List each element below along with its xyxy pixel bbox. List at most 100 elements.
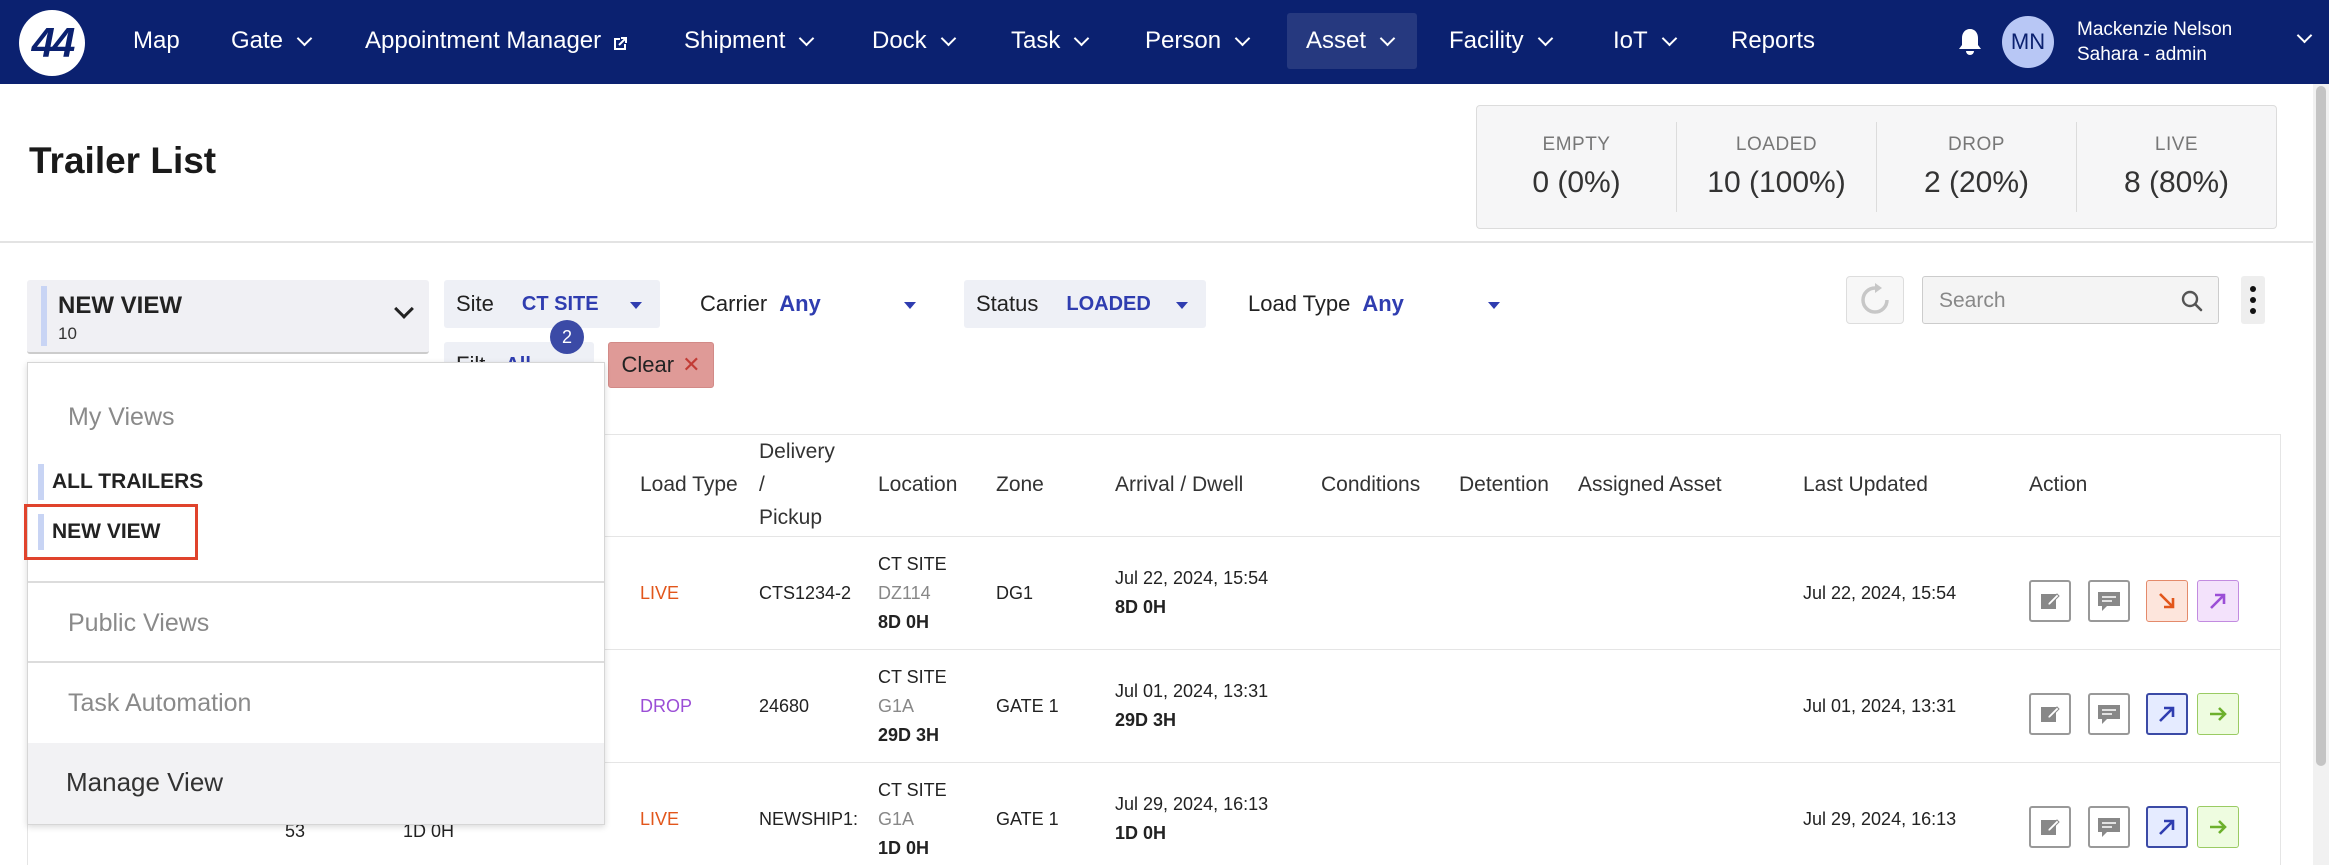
task-automation-heading[interactable]: Task Automation — [68, 689, 251, 718]
refresh-button[interactable] — [1846, 276, 1904, 324]
location-dwell: 8D 0H — [878, 612, 930, 632]
column-header-zone[interactable]: Zone — [996, 468, 1044, 501]
user-name: Mackenzie Nelson — [2077, 19, 2233, 40]
arrival-time: Jul 29, 2024, 16:13 — [1115, 794, 1269, 814]
more-options-button[interactable] — [2241, 276, 2265, 324]
location-site: CT SITE — [878, 780, 947, 800]
chevron-down-icon — [296, 30, 313, 46]
stat-loaded: LOADED 10 (100%) — [1677, 122, 1877, 212]
nav-shipment[interactable]: Shipment — [665, 13, 831, 69]
page-title: Trailer List — [29, 140, 217, 181]
arrival-dwell-cell: Jul 29, 2024, 16:13 1D 0H — [1115, 790, 1268, 848]
chevron-down-icon — [1537, 30, 1553, 46]
arrival-time: Jul 01, 2024, 13:31 — [1115, 681, 1269, 701]
view-indicator — [38, 464, 44, 500]
column-header-last-updated[interactable]: Last Updated — [1803, 468, 1928, 501]
arrival-dwell-cell: Jul 01, 2024, 13:31 29D 3H — [1115, 677, 1268, 735]
app-logo[interactable]: 44 — [19, 10, 85, 76]
status-filter-value: LOADED — [1066, 292, 1151, 315]
chevron-down-icon — [799, 30, 815, 46]
view-dropdown-menu: My Views ALL TRAILERS NEW VIEW Public Vi… — [27, 362, 605, 825]
view-selector[interactable]: NEW VIEW 10 — [27, 280, 429, 354]
column-header-arrival-dwell[interactable]: Arrival / Dwell — [1115, 468, 1243, 501]
dot-icon — [2250, 286, 2256, 292]
depart-button[interactable] — [2197, 806, 2239, 848]
header-line: / — [759, 473, 765, 496]
chevron-down-icon[interactable] — [2296, 27, 2313, 44]
nav-map-label: Map — [133, 27, 180, 54]
nav-facility[interactable]: Facility — [1430, 13, 1570, 69]
carrier-filter-value: Any — [779, 291, 821, 316]
stat-value: 8 (80%) — [2123, 166, 2230, 199]
edit-icon — [2041, 593, 2060, 609]
column-header-action: Action — [2029, 473, 2088, 496]
edit-button[interactable] — [2029, 806, 2071, 848]
nav-reports[interactable]: Reports — [1712, 13, 1834, 69]
public-views-heading[interactable]: Public Views — [68, 609, 209, 638]
avatar[interactable]: MN — [2002, 16, 2054, 68]
comment-icon — [2098, 592, 2120, 611]
menu-item-all-trailers[interactable]: ALL TRAILERS — [38, 464, 203, 500]
column-header-detention[interactable]: Detention — [1459, 468, 1549, 501]
stat-drop: DROP 2 (20%) — [1877, 122, 2077, 212]
zone-cell: GATE 1 — [996, 809, 1059, 829]
nav-person[interactable]: Person — [1126, 13, 1267, 69]
search-icon[interactable] — [2180, 289, 2204, 313]
edit-icon — [2041, 819, 2060, 835]
nav-gate-label: Gate — [231, 27, 284, 54]
load-type-filter[interactable]: Load Type Any — [1236, 280, 1506, 328]
nav-map[interactable]: Map — [114, 13, 199, 69]
move-in-button[interactable] — [2146, 580, 2188, 622]
carrier-filter[interactable]: Carrier Any — [688, 280, 928, 328]
nav-shipment-label: Shipment — [684, 27, 786, 54]
bell-icon[interactable] — [1955, 26, 1985, 58]
depart-button[interactable] — [2197, 693, 2239, 735]
column-header-conditions[interactable]: Conditions — [1321, 468, 1420, 501]
nav-task[interactable]: Task — [992, 13, 1106, 69]
nav-gate[interactable]: Gate — [212, 13, 329, 69]
nav-iot[interactable]: IoT — [1594, 13, 1694, 69]
comment-button[interactable] — [2088, 580, 2130, 622]
search-box[interactable] — [1922, 276, 2219, 324]
scrollbar-thumb[interactable] — [2316, 86, 2326, 766]
move-out-button[interactable] — [2197, 580, 2239, 622]
search-input[interactable] — [1939, 287, 2169, 315]
trailer-stats: EMPTY 0 (0%) LOADED 10 (100%) DROP 2 (20… — [1476, 105, 2277, 229]
move-out-button[interactable] — [2146, 806, 2188, 848]
nav-asset[interactable]: Asset — [1287, 13, 1417, 69]
arrival-dwell-cell: Jul 22, 2024, 15:54 8D 0H — [1115, 564, 1268, 622]
clear-filters-button[interactable]: Clear ✕ — [608, 342, 714, 388]
edit-button[interactable] — [2029, 580, 2071, 622]
arrow-down-right-icon — [2159, 593, 2175, 609]
chevron-down-icon — [1234, 30, 1251, 46]
menu-divider — [28, 661, 604, 663]
load-type-cell: DROP — [640, 696, 693, 716]
my-views-heading: My Views — [68, 403, 175, 431]
view-count: 10 — [58, 324, 77, 343]
edit-icon — [2041, 706, 2060, 722]
move-out-button[interactable] — [2146, 693, 2188, 735]
column-header-location[interactable]: Location — [878, 468, 957, 501]
user-info[interactable]: Mackenzie Nelson Sahara - admin — [2077, 17, 2232, 67]
comment-button[interactable] — [2088, 693, 2130, 735]
status-filter[interactable]: Status LOADED — [964, 280, 1206, 328]
column-header-delivery-pickup[interactable]: Delivery / Pickup — [759, 435, 835, 534]
column-header-assigned-asset[interactable]: Assigned Asset — [1578, 468, 1722, 501]
nav-asset-label: Asset — [1306, 27, 1367, 54]
edit-button[interactable] — [2029, 693, 2071, 735]
external-link-icon — [611, 32, 629, 50]
arrow-up-right-icon — [2210, 593, 2226, 609]
manage-view-label: Manage View — [66, 767, 224, 797]
comment-button[interactable] — [2088, 806, 2130, 848]
manage-view-button[interactable]: Manage View — [28, 743, 604, 824]
nav-appointment-manager[interactable]: Appointment Manager — [346, 13, 648, 69]
location-dwell: 29D 3H — [878, 725, 940, 745]
nav-dock[interactable]: Dock — [853, 13, 973, 69]
clear-label: Clear — [621, 352, 675, 377]
chevron-down-icon — [1661, 30, 1677, 46]
nav-appointment-manager-label: Appointment Manager — [365, 27, 602, 54]
site-filter[interactable]: Site CT SITE — [444, 280, 660, 328]
column-header-load-type[interactable]: Load Type — [640, 468, 738, 501]
caret-down-icon — [1176, 302, 1188, 309]
location-spot: G1A — [878, 696, 915, 716]
